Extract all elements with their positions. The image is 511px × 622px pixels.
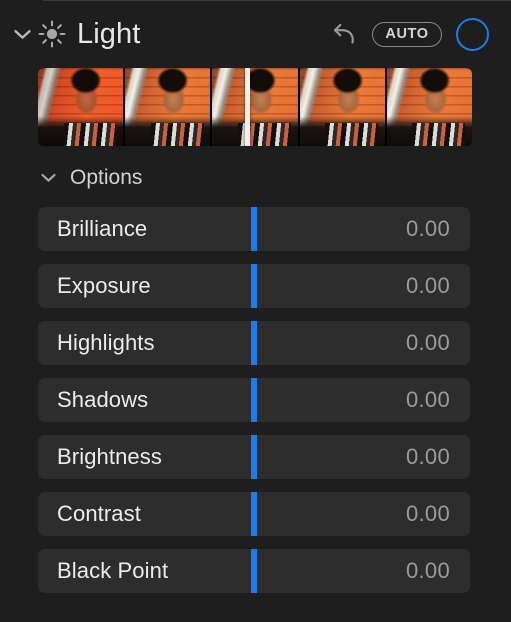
slider-handle[interactable]: [251, 264, 257, 308]
reset-arrow-icon[interactable]: [328, 17, 362, 51]
slider-row-exposure[interactable]: Exposure 0.00: [38, 264, 470, 308]
sun-brightness-icon: [37, 19, 67, 49]
slider-label: Brightness: [57, 444, 162, 469]
slider-row-contrast[interactable]: Contrast 0.00: [38, 492, 470, 536]
slider-label: Highlights: [57, 330, 155, 355]
slider-handle[interactable]: [251, 321, 257, 365]
slider-value: 0.00: [405, 273, 450, 298]
filmstrip-playhead[interactable]: [244, 68, 250, 146]
slider-value: 0.00: [405, 558, 450, 583]
light-section-header: Light AUTO: [0, 8, 511, 60]
slider-value: 0.00: [405, 330, 450, 355]
slider-handle[interactable]: [251, 378, 257, 422]
slider-label: Shadows: [57, 387, 149, 412]
slider-value: 0.00: [405, 501, 450, 526]
thumbnail-shirt-detail: [150, 122, 204, 146]
filmstrip-thumbnail[interactable]: [386, 68, 472, 146]
options-disclosure[interactable]: Options: [0, 158, 142, 198]
slider-row-shadows[interactable]: Shadows 0.00: [38, 378, 470, 422]
filmstrip-thumbnail[interactable]: [38, 68, 124, 146]
panel-top-divider: [43, 0, 511, 1]
light-slider-list: Brilliance 0.00 Exposure 0.00 Highlights…: [38, 207, 470, 606]
slider-handle[interactable]: [251, 549, 257, 593]
slider-row-brightness[interactable]: Brightness 0.00: [38, 435, 470, 479]
light-enabled-toggle[interactable]: [456, 17, 489, 51]
slider-label: Black Point: [57, 558, 169, 583]
thumbnail-shirt-detail: [412, 122, 466, 146]
light-adjustment-panel: Light AUTO Options Brilliance 0.00 Expos…: [0, 0, 511, 622]
slider-value: 0.00: [405, 216, 450, 241]
slider-row-highlights[interactable]: Highlights 0.00: [38, 321, 470, 365]
slider-row-black-point[interactable]: Black Point 0.00: [38, 549, 470, 593]
thumbnail-shirt-detail: [63, 122, 117, 146]
slider-value: 0.00: [405, 387, 450, 412]
auto-button[interactable]: AUTO: [372, 21, 442, 47]
filmstrip-thumbnail-selected[interactable]: [212, 68, 298, 146]
light-adjustment-filmstrip[interactable]: [38, 68, 472, 146]
filmstrip-thumbnail[interactable]: [299, 68, 385, 146]
page-title: Light: [77, 17, 141, 50]
chevron-down-icon[interactable]: [36, 166, 60, 190]
slider-row-brilliance[interactable]: Brilliance 0.00: [38, 207, 470, 251]
options-label: Options: [70, 166, 143, 189]
slider-handle[interactable]: [251, 207, 257, 251]
slider-label: Exposure: [57, 273, 151, 298]
slider-handle[interactable]: [251, 435, 257, 479]
slider-label: Brilliance: [57, 216, 148, 241]
slider-handle[interactable]: [251, 492, 257, 536]
chevron-down-icon[interactable]: [9, 21, 35, 47]
slider-label: Contrast: [57, 501, 141, 526]
filmstrip-thumbnail[interactable]: [125, 68, 211, 146]
slider-value: 0.00: [405, 444, 450, 469]
thumbnail-shirt-detail: [325, 122, 378, 146]
